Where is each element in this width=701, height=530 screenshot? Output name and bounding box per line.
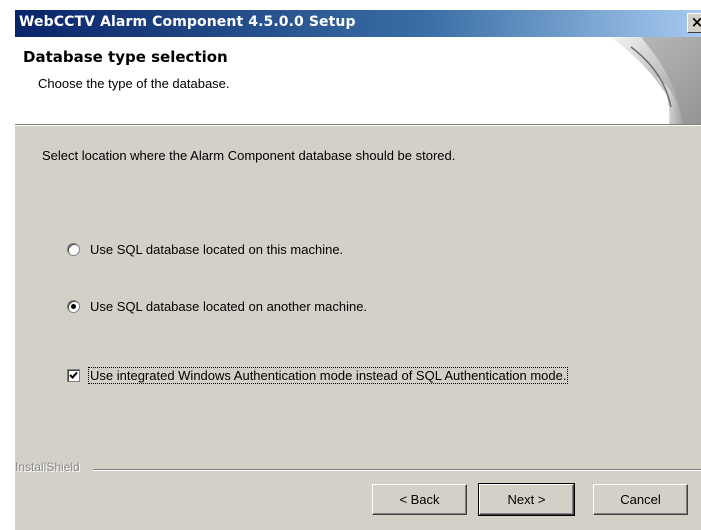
footer-divider [93, 469, 701, 471]
option-local-sql[interactable]: Use SQL database located on this machine… [67, 242, 343, 257]
setup-dialog: WebCCTV Alarm Component 4.5.0.0 Setup × … [15, 10, 701, 530]
local-sql-label: Use SQL database located on this machine… [90, 242, 344, 257]
cancel-button[interactable]: Cancel [593, 484, 688, 515]
page-title: Database type selection [23, 48, 228, 66]
page-subtitle: Choose the type of the database. [38, 76, 230, 91]
page-curl-graphic-icon [611, 37, 701, 124]
windows-auth-label: Use integrated Windows Authentication mo… [88, 367, 569, 384]
local-sql-radio[interactable] [67, 243, 80, 256]
location-prompt: Select location where the Alarm Componen… [42, 148, 456, 163]
windows-auth-checkbox[interactable] [67, 369, 80, 382]
windows-auth-option[interactable]: Use integrated Windows Authentication mo… [67, 367, 569, 384]
installshield-brand: InstallShield [15, 460, 80, 474]
next-button[interactable]: Next > [478, 483, 575, 516]
remote-sql-radio[interactable] [67, 300, 80, 313]
header-divider [15, 125, 701, 126]
close-button[interactable]: × [687, 13, 701, 33]
title-bar[interactable]: WebCCTV Alarm Component 4.5.0.0 Setup × [15, 10, 701, 37]
option-remote-sql[interactable]: Use SQL database located on another mach… [67, 299, 367, 314]
window-title: WebCCTV Alarm Component 4.5.0.0 Setup [19, 14, 356, 30]
remote-sql-label: Use SQL database located on another mach… [90, 299, 368, 314]
wizard-header: Database type selection Choose the type … [15, 37, 701, 125]
checkmark-icon [69, 371, 78, 379]
back-button[interactable]: < Back [372, 484, 467, 515]
